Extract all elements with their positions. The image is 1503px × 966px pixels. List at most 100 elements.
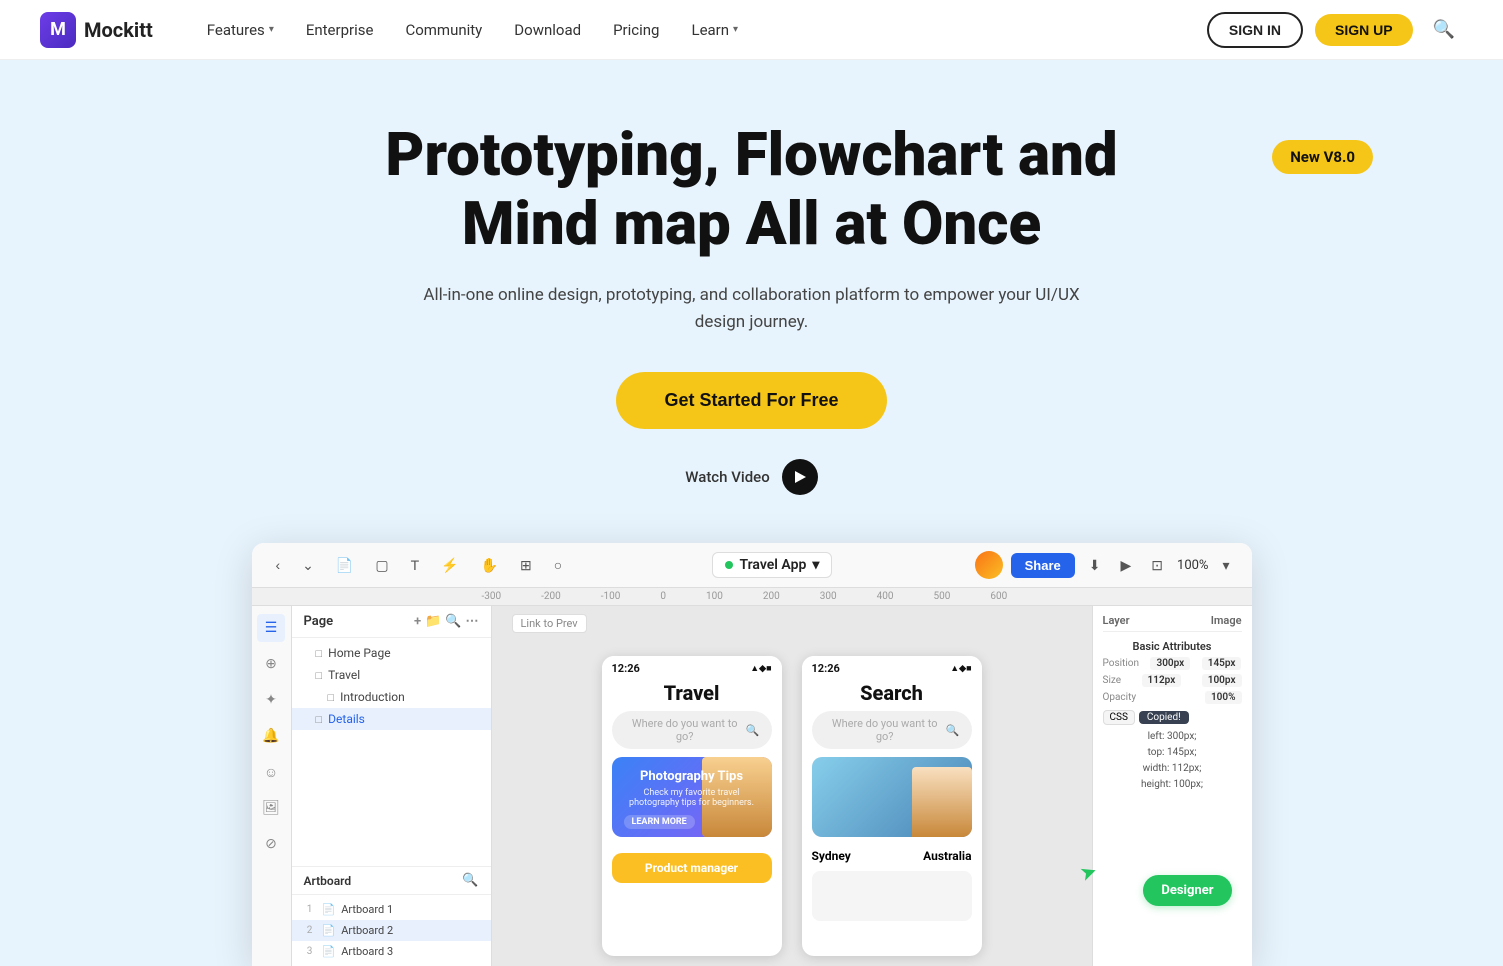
nav-item-pricing[interactable]: Pricing — [599, 15, 673, 45]
nav-item-features[interactable]: Features ▾ — [193, 15, 288, 45]
hero-subtitle: All-in-one online design, prototyping, a… — [412, 282, 1092, 336]
navbar: M Mockitt Features ▾ Enterprise Communit… — [0, 0, 1503, 60]
play-icon[interactable]: ▶ — [1115, 553, 1138, 578]
destination-image — [812, 757, 972, 837]
phone-search-bar: Where do you want to go? 🔍 — [612, 711, 772, 749]
artboard-list: 1 📄 Artboard 1 2 📄 Artboard 2 3 📄 — [292, 895, 491, 966]
settings-icon[interactable]: ⊘ — [257, 830, 285, 858]
size-row: Size 112px 100px — [1103, 674, 1242, 687]
status-dot — [725, 561, 733, 569]
chevron-down-icon: ▾ — [269, 24, 274, 35]
search-icon: 🔍 — [746, 724, 760, 737]
new-frame-button[interactable]: 📄 — [328, 553, 361, 578]
phone-status-bar: 12:26 ▲◆■ — [602, 656, 782, 677]
layer-item[interactable]: □ Travel — [292, 664, 491, 686]
link-prev-label: Link to Prev — [512, 614, 587, 633]
artboard-icon: 📄 — [322, 924, 336, 937]
search-artboard-icon[interactable]: 🔍 — [462, 873, 478, 888]
back-button[interactable]: ‹ — [268, 553, 289, 577]
watch-video-row: Watch Video — [20, 459, 1483, 495]
page-icon: □ — [316, 669, 323, 682]
more-options-icon[interactable]: ⋯ — [466, 614, 479, 629]
play-button[interactable] — [782, 459, 818, 495]
artboard-icon: 📄 — [322, 903, 336, 916]
layers-icon[interactable]: ☰ — [257, 614, 285, 642]
opacity-row: Opacity 100% — [1103, 691, 1242, 704]
artboard-item[interactable]: 1 📄 Artboard 1 — [292, 899, 491, 920]
chevron-down-icon[interactable]: ▾ — [1216, 553, 1235, 578]
zoom-level[interactable]: 100% — [1177, 558, 1208, 573]
layer-header-icons: + 📁 🔍 ⋯ — [414, 614, 479, 629]
folder-icon[interactable]: 📁 — [425, 614, 441, 629]
frame-tool[interactable]: ▢ — [367, 553, 396, 578]
text-tool[interactable]: T — [403, 553, 428, 577]
signup-button[interactable]: SIGN UP — [1315, 14, 1413, 46]
nav-item-download[interactable]: Download — [500, 15, 595, 45]
page-icon: □ — [316, 713, 323, 726]
search-layer-icon[interactable]: 🔍 — [445, 614, 461, 629]
phone-status-icons: ▲◆■ — [750, 663, 771, 674]
props-panel: Layer Image Basic Attributes Position 30… — [1092, 606, 1252, 966]
nav-item-enterprise[interactable]: Enterprise — [292, 15, 388, 45]
phone-mockup-travel: 12:26 ▲◆■ Travel Where do you want to go… — [602, 656, 782, 956]
shape-tool[interactable]: ○ — [546, 553, 570, 577]
phone-card: Photography Tips Check my favorite trave… — [612, 757, 772, 837]
logo-text: Mockitt — [84, 18, 153, 42]
share-button[interactable]: Share — [1011, 553, 1075, 578]
copied-badge: Copied! — [1139, 711, 1189, 724]
phone-mockup-search: 12:26 ▲◆■ Search Where do you want to go… — [802, 656, 982, 956]
components-icon[interactable]: ⊕ — [257, 650, 285, 678]
search-icon: 🔍 — [946, 724, 960, 737]
layer-item[interactable]: □ Introduction — [292, 686, 491, 708]
add-layer-icon[interactable]: + — [414, 614, 421, 629]
image-icon[interactable]: 🖼 — [257, 794, 285, 822]
artboard-item-active[interactable]: 2 📄 Artboard 2 — [292, 920, 491, 941]
logo[interactable]: M Mockitt — [40, 12, 153, 48]
app-body: ☰ ⊕ ✦ 🔔 ☺ 🖼 ⊘ Page + 📁 🔍 ⋯ — [252, 606, 1252, 966]
avatar — [975, 551, 1003, 579]
artboard-subpanel: Artboard 🔍 1 📄 Artboard 1 2 📄 Artboard 2 — [292, 866, 491, 966]
logo-icon: M — [40, 12, 76, 48]
toolbar-center: Travel App ▾ — [578, 552, 966, 578]
emoji-icon[interactable]: ☺ — [257, 758, 285, 786]
phone-search-bar: Where do you want to go? 🔍 — [812, 711, 972, 749]
chevron-down-icon: ▾ — [733, 24, 738, 35]
version-badge: New V8.0 — [1272, 140, 1373, 174]
search-icon[interactable]: 🔍 — [1425, 15, 1463, 44]
artboard-icon: 📄 — [322, 945, 336, 958]
props-section-title: Basic Attributes — [1103, 640, 1242, 653]
designer-badge: Designer — [1143, 875, 1231, 906]
toolbar-left: ‹ ⌄ 📄 ▢ T ⚡ ✋ ⊞ ○ — [268, 553, 571, 578]
phone-status-bar: 12:26 ▲◆■ — [802, 656, 982, 677]
layer-item[interactable]: □ Home Page — [292, 642, 491, 664]
hero-title: Prototyping, Flowchart and Mind map All … — [302, 120, 1202, 258]
alerts-icon[interactable]: 🔔 — [257, 722, 285, 750]
forward-dropdown[interactable]: ⌄ — [294, 553, 322, 578]
layout-icon[interactable]: ⊡ — [1145, 553, 1169, 578]
layer-item-active[interactable]: □ Details — [292, 708, 491, 730]
chevron-down-icon: ▾ — [812, 557, 819, 573]
layer-panel: Page + 📁 🔍 ⋯ □ Home Page □ Tr — [292, 606, 492, 966]
toolbar-right: Share ⬇ ▶ ⊡ 100% ▾ — [975, 551, 1236, 579]
cta-button[interactable]: Get Started For Free — [616, 372, 886, 429]
hand-tool[interactable]: ✋ — [473, 553, 506, 578]
nav-item-community[interactable]: Community — [391, 15, 496, 45]
layer-panel-header: Page + 📁 🔍 ⋯ — [292, 606, 491, 638]
navbar-nav: Features ▾ Enterprise Community Download… — [193, 15, 1207, 45]
css-row: CSS Copied! — [1103, 710, 1242, 725]
assets-icon[interactable]: ✦ — [257, 686, 285, 714]
nav-item-learn[interactable]: Learn ▾ — [677, 15, 752, 45]
project-name[interactable]: Travel App ▾ — [712, 552, 832, 578]
app-ruler: -300 -200 -100 0 100 200 300 400 500 600 — [252, 588, 1252, 606]
artboard-item[interactable]: 3 📄 Artboard 3 — [292, 941, 491, 962]
path-tool[interactable]: ⚡ — [433, 553, 466, 578]
app-toolbar: ‹ ⌄ 📄 ▢ T ⚡ ✋ ⊞ ○ Travel App ▾ Share — [252, 543, 1252, 588]
props-panel-title: Layer Image — [1103, 614, 1242, 632]
component-tool[interactable]: ⊞ — [512, 553, 540, 578]
signin-button[interactable]: SIGN IN — [1207, 12, 1303, 48]
position-row: Position 300px 145px — [1103, 657, 1242, 670]
download-icon[interactable]: ⬇ — [1083, 553, 1107, 578]
phone-title: Search — [802, 677, 982, 711]
watch-video-label: Watch Video — [685, 468, 769, 486]
app-sidebar: ☰ ⊕ ✦ 🔔 ☺ 🖼 ⊘ — [252, 606, 292, 966]
